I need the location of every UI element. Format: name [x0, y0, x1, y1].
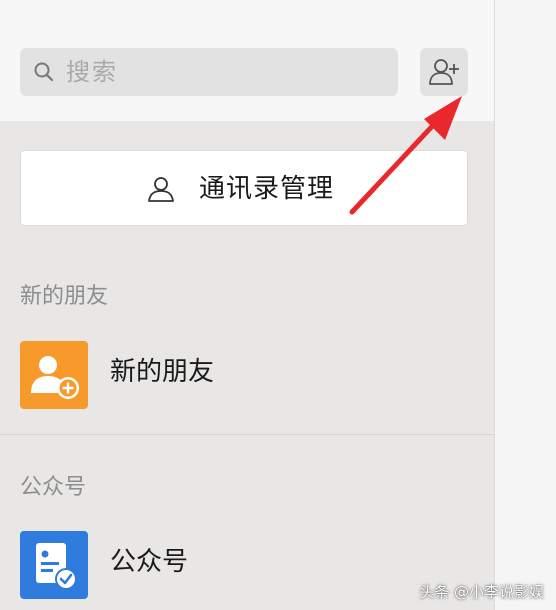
person-icon [147, 176, 175, 206]
new-friend-icon [20, 341, 88, 409]
section-header-new-friends: 新的朋友 [20, 284, 109, 309]
list-item-new-friends[interactable]: 新的朋友 [0, 330, 494, 426]
official-account-icon [20, 531, 88, 599]
contacts-sidebar: 搜索 通讯录管理 新的朋友 新的朋友 公众号 公众号 [0, 0, 494, 610]
contacts-window: 搜索 通讯录管理 新的朋友 新的朋友 公众号 公众号 头条 @小李说影娱 [0, 0, 556, 610]
content-pane [494, 0, 556, 610]
search-input[interactable]: 搜索 [20, 48, 398, 96]
search-header: 搜索 [0, 0, 494, 121]
list-item-label: 新的朋友 [110, 357, 215, 387]
add-friend-button[interactable] [420, 48, 468, 96]
watermark-text: 头条 @小李说影娱 [419, 583, 544, 601]
contacts-management-label: 通讯录管理 [199, 174, 335, 204]
search-icon [32, 60, 56, 84]
contacts-management-button[interactable]: 通讯录管理 [20, 150, 468, 226]
list-item-label: 公众号 [110, 547, 189, 577]
search-placeholder: 搜索 [66, 58, 118, 86]
section-divider [0, 434, 494, 435]
add-contact-icon [429, 59, 459, 85]
section-header-official-accounts: 公众号 [20, 475, 87, 500]
